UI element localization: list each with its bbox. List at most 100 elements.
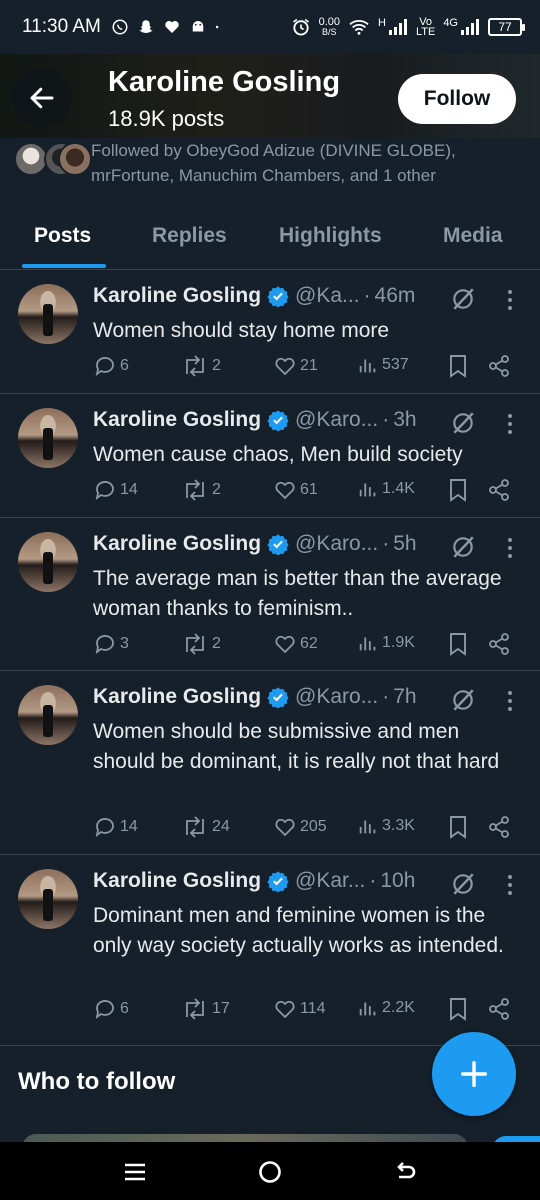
reply-button[interactable]: 6 <box>93 997 129 1021</box>
post[interactable]: Karoline Gosling @Karo... · 7h Women sho… <box>0 671 540 855</box>
like-button[interactable]: 114 <box>273 997 326 1021</box>
post-author-name[interactable]: Karoline Gosling <box>93 284 261 308</box>
bookmark-icon <box>450 355 466 378</box>
reply-button[interactable]: 14 <box>93 478 138 502</box>
post-time: 3h <box>393 408 417 431</box>
post-actions: 3 2 62 1.9K <box>93 632 523 660</box>
share-button[interactable] <box>487 997 511 1021</box>
grok-slash-icon[interactable] <box>450 286 476 317</box>
post-author-name[interactable]: Karoline Gosling <box>93 532 261 556</box>
repost-icon <box>186 633 204 655</box>
post[interactable]: Karoline Gosling @Karo... · 3h Women cau… <box>0 394 540 518</box>
followed-by-text: Followed by ObeyGod Adizue (DIVINE GLOBE… <box>91 141 456 185</box>
compose-button[interactable] <box>432 1032 516 1116</box>
share-button[interactable] <box>487 354 511 378</box>
volte-bottom: LTE <box>415 26 436 38</box>
reply-icon <box>95 635 114 655</box>
more-vertical-icon[interactable] <box>502 536 518 560</box>
reply-button[interactable]: 3 <box>93 632 129 656</box>
reply-icon <box>95 1000 114 1020</box>
views-button[interactable]: 537 <box>357 354 409 376</box>
plus-icon <box>460 1060 488 1088</box>
views-button[interactable]: 2.2K <box>357 997 415 1019</box>
avatar[interactable] <box>18 685 78 745</box>
reply-button[interactable]: 14 <box>93 815 138 839</box>
like-count: 21 <box>300 357 318 374</box>
reply-count: 3 <box>120 635 129 652</box>
verified-badge-icon <box>267 285 289 307</box>
repost-count: 2 <box>212 635 221 652</box>
share-button[interactable] <box>487 478 511 502</box>
repost-button[interactable]: 17 <box>181 997 230 1021</box>
repost-button[interactable]: 2 <box>181 354 221 378</box>
grok-slash-icon[interactable] <box>450 687 476 718</box>
heart-icon <box>275 1000 295 1019</box>
back-nav-button[interactable] <box>391 1158 419 1186</box>
verified-badge-icon <box>267 870 289 892</box>
post[interactable]: Karoline Gosling @Ka... · 46m Women shou… <box>0 270 540 394</box>
more-vertical-icon[interactable] <box>502 689 518 713</box>
bookmark-button[interactable] <box>447 997 469 1021</box>
home-circle-icon <box>259 1161 281 1183</box>
like-button[interactable]: 62 <box>273 632 318 656</box>
post-handle: @Karo... <box>295 408 379 431</box>
repost-button[interactable]: 2 <box>181 478 221 502</box>
status-bar: 11:30 AM 0.00 B/S H Vo LTE 4G 77 <box>0 0 540 54</box>
tab-media[interactable]: Media <box>443 224 503 248</box>
recent-apps-button[interactable] <box>121 1158 149 1186</box>
tab-replies[interactable]: Replies <box>152 224 227 248</box>
bookmark-icon <box>450 479 466 502</box>
bookmark-button[interactable] <box>447 354 469 378</box>
heart-status-icon <box>165 20 179 33</box>
bookmark-button[interactable] <box>447 478 469 502</box>
like-button[interactable]: 205 <box>273 815 327 839</box>
repost-count: 2 <box>212 481 221 498</box>
post-handle: @Karo... <box>295 532 379 555</box>
repost-button[interactable]: 24 <box>181 815 230 839</box>
heart-icon <box>275 818 295 837</box>
reply-button[interactable]: 6 <box>93 354 129 378</box>
grok-slash-icon[interactable] <box>450 871 476 902</box>
separator-dot: · <box>382 408 390 431</box>
views-count: 537 <box>382 356 409 373</box>
share-button[interactable] <box>487 632 511 656</box>
views-button[interactable]: 3.3K <box>357 815 415 837</box>
grok-slash-icon[interactable] <box>450 534 476 565</box>
grok-slash-icon[interactable] <box>450 410 476 441</box>
tab-highlights[interactable]: Highlights <box>279 224 382 248</box>
avatar[interactable] <box>18 284 78 344</box>
repost-icon <box>186 355 204 377</box>
avatar[interactable] <box>18 532 78 592</box>
home-button[interactable] <box>256 1158 284 1186</box>
more-vertical-icon[interactable] <box>502 288 518 312</box>
like-button[interactable]: 21 <box>273 354 318 378</box>
views-button[interactable]: 1.4K <box>357 478 415 500</box>
post-time: 7h <box>393 685 417 708</box>
follow-button[interactable]: Follow <box>398 74 516 124</box>
back-button[interactable] <box>12 68 72 128</box>
more-vertical-icon[interactable] <box>502 412 518 436</box>
avatar[interactable] <box>18 408 78 468</box>
separator-dot: · <box>369 869 377 892</box>
profile-tabs: Posts Replies Highlights Media <box>0 210 540 270</box>
views-button[interactable]: 1.9K <box>357 632 415 654</box>
tab-posts[interactable]: Posts <box>34 224 91 248</box>
repost-icon <box>186 479 204 501</box>
views-count: 2.2K <box>382 999 415 1016</box>
post[interactable]: Karoline Gosling @Karo... · 5h The avera… <box>0 518 540 671</box>
share-button[interactable] <box>487 815 511 839</box>
like-button[interactable]: 61 <box>273 478 318 502</box>
followed-by[interactable]: Followed by ObeyGod Adizue (DIVINE GLOBE… <box>0 138 540 198</box>
net-speed-value: 0.00 <box>318 16 340 28</box>
post-author-name[interactable]: Karoline Gosling <box>93 685 261 709</box>
separator-dot: · <box>382 685 390 708</box>
post-author-name[interactable]: Karoline Gosling <box>93 869 261 893</box>
repost-button[interactable]: 2 <box>181 632 221 656</box>
post-author-name[interactable]: Karoline Gosling <box>93 408 261 432</box>
menu-icon <box>125 1163 145 1181</box>
more-vertical-icon[interactable] <box>502 873 518 897</box>
post[interactable]: Karoline Gosling @Kar... · 10h Dominant … <box>0 855 540 1046</box>
bookmark-button[interactable] <box>447 815 469 839</box>
avatar[interactable] <box>18 869 78 929</box>
bookmark-button[interactable] <box>447 632 469 656</box>
